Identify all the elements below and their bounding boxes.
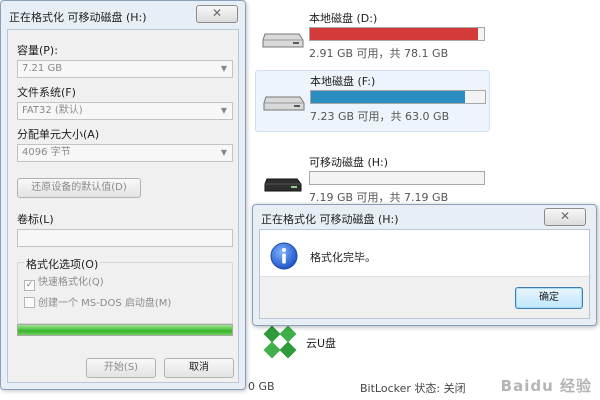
format-complete-title: 正在格式化 可移动磁盘 (H:): [261, 213, 399, 226]
drive-name: 本地磁盘 (F:): [310, 75, 376, 88]
chevron-down-icon: ▼: [220, 64, 227, 73]
filesystem-value: FAT32 (默认): [22, 105, 83, 116]
cancel-button[interactable]: 取消: [164, 358, 234, 378]
drive-free-space: 7.19 GB 可用，共 7.19 GB: [309, 191, 449, 204]
quick-format-label: 快速格式化(Q): [38, 277, 104, 288]
format-options-title: 格式化选项(O): [24, 256, 101, 272]
chevron-down-icon: ▼: [220, 148, 227, 157]
volume-label-label: 卷标(L): [17, 213, 54, 226]
drive-usage-fill: [311, 91, 465, 103]
cloud-drive-icon: [263, 325, 297, 359]
details-size: 0 GB: [248, 380, 275, 393]
close-icon: ✕: [559, 209, 571, 223]
drive-free-space: 2.91 GB 可用，共 78.1 GB: [309, 47, 449, 60]
drive-name: 可移动磁盘 (H:): [309, 156, 389, 169]
quick-format-checkbox[interactable]: ✓ 快速格式化(Q): [24, 277, 104, 291]
cloud-drive-name: 云U盘: [306, 337, 337, 350]
format-complete-body: 格式化完毕。 确定: [259, 229, 590, 319]
format-complete-close-button[interactable]: ✕: [544, 208, 586, 226]
removable-drive-icon: [264, 178, 302, 192]
drive-usage-bar: [310, 90, 486, 104]
cloud-drive-item[interactable]: 云U盘: [260, 322, 420, 362]
drive-free-space: 7.23 GB 可用，共 63.0 GB: [310, 110, 450, 123]
close-icon: ✕: [211, 6, 223, 20]
format-dialog-title: 正在格式化 可移动磁盘 (H:): [9, 11, 147, 24]
capacity-value: 7.21 GB: [22, 63, 63, 74]
info-icon: [270, 242, 298, 270]
msdos-startup-label: 创建一个 MS-DOS 启动盘(M): [38, 298, 172, 309]
bitlocker-status: BitLocker 状态: 关闭: [360, 382, 466, 395]
chevron-down-icon: ▼: [220, 106, 227, 115]
format-dialog-titlebar[interactable]: 正在格式化 可移动磁盘 (H:) ✕: [1, 1, 245, 29]
drive-name: 本地磁盘 (D:): [309, 12, 378, 25]
drive-usage-fill: [310, 28, 478, 40]
filesystem-select[interactable]: FAT32 (默认) ▼: [17, 102, 233, 120]
format-dialog: 正在格式化 可移动磁盘 (H:) ✕ 容量(P): 7.21 GB ▼ 文件系统…: [0, 0, 246, 390]
allocation-size-value: 4096 字节: [22, 147, 71, 158]
format-complete-message: 格式化完毕。: [310, 251, 376, 264]
watermark: Baidu 经验: [500, 377, 592, 395]
capacity-select[interactable]: 7.21 GB ▼: [17, 60, 233, 78]
msdos-startup-checkbox[interactable]: 创建一个 MS-DOS 启动盘(M): [24, 297, 171, 311]
capacity-label: 容量(P):: [17, 44, 58, 57]
format-dialog-body: 容量(P): 7.21 GB ▼ 文件系统(F) FAT32 (默认) ▼ 分配…: [7, 29, 239, 383]
format-progress-fill: [18, 325, 232, 335]
format-options-group: 格式化选项(O) ✓ 快速格式化(Q) 创建一个 MS-DOS 启动盘(M): [17, 256, 233, 324]
format-progress-bar: [17, 324, 233, 336]
hard-drive-icon: [262, 33, 304, 48]
format-dialog-close-button[interactable]: ✕: [196, 5, 238, 23]
format-complete-footer: 确定: [260, 276, 589, 318]
restore-defaults-button[interactable]: 还原设备的默认值(D): [17, 178, 141, 198]
format-complete-dialog: 正在格式化 可移动磁盘 (H:) ✕ 格式化完毕。 确定: [252, 204, 597, 326]
checkbox-unchecked-icon: [24, 297, 35, 308]
drive-usage-bar: [309, 171, 485, 185]
drive-item-f[interactable]: 本地磁盘 (F:) 7.23 GB 可用，共 63.0 GB: [255, 70, 490, 132]
volume-label-input[interactable]: [17, 229, 233, 247]
filesystem-label: 文件系统(F): [17, 86, 76, 99]
drive-usage-bar: [309, 27, 485, 41]
drive-item-d[interactable]: 本地磁盘 (D:) 2.91 GB 可用，共 78.1 GB: [255, 8, 490, 70]
allocation-size-label: 分配单元大小(A): [17, 128, 100, 141]
ok-button[interactable]: 确定: [515, 287, 583, 309]
hard-drive-icon: [263, 96, 305, 111]
checkbox-checked-icon: ✓: [24, 280, 35, 291]
allocation-size-select[interactable]: 4096 字节 ▼: [17, 144, 233, 162]
start-button[interactable]: 开始(S): [86, 358, 156, 378]
